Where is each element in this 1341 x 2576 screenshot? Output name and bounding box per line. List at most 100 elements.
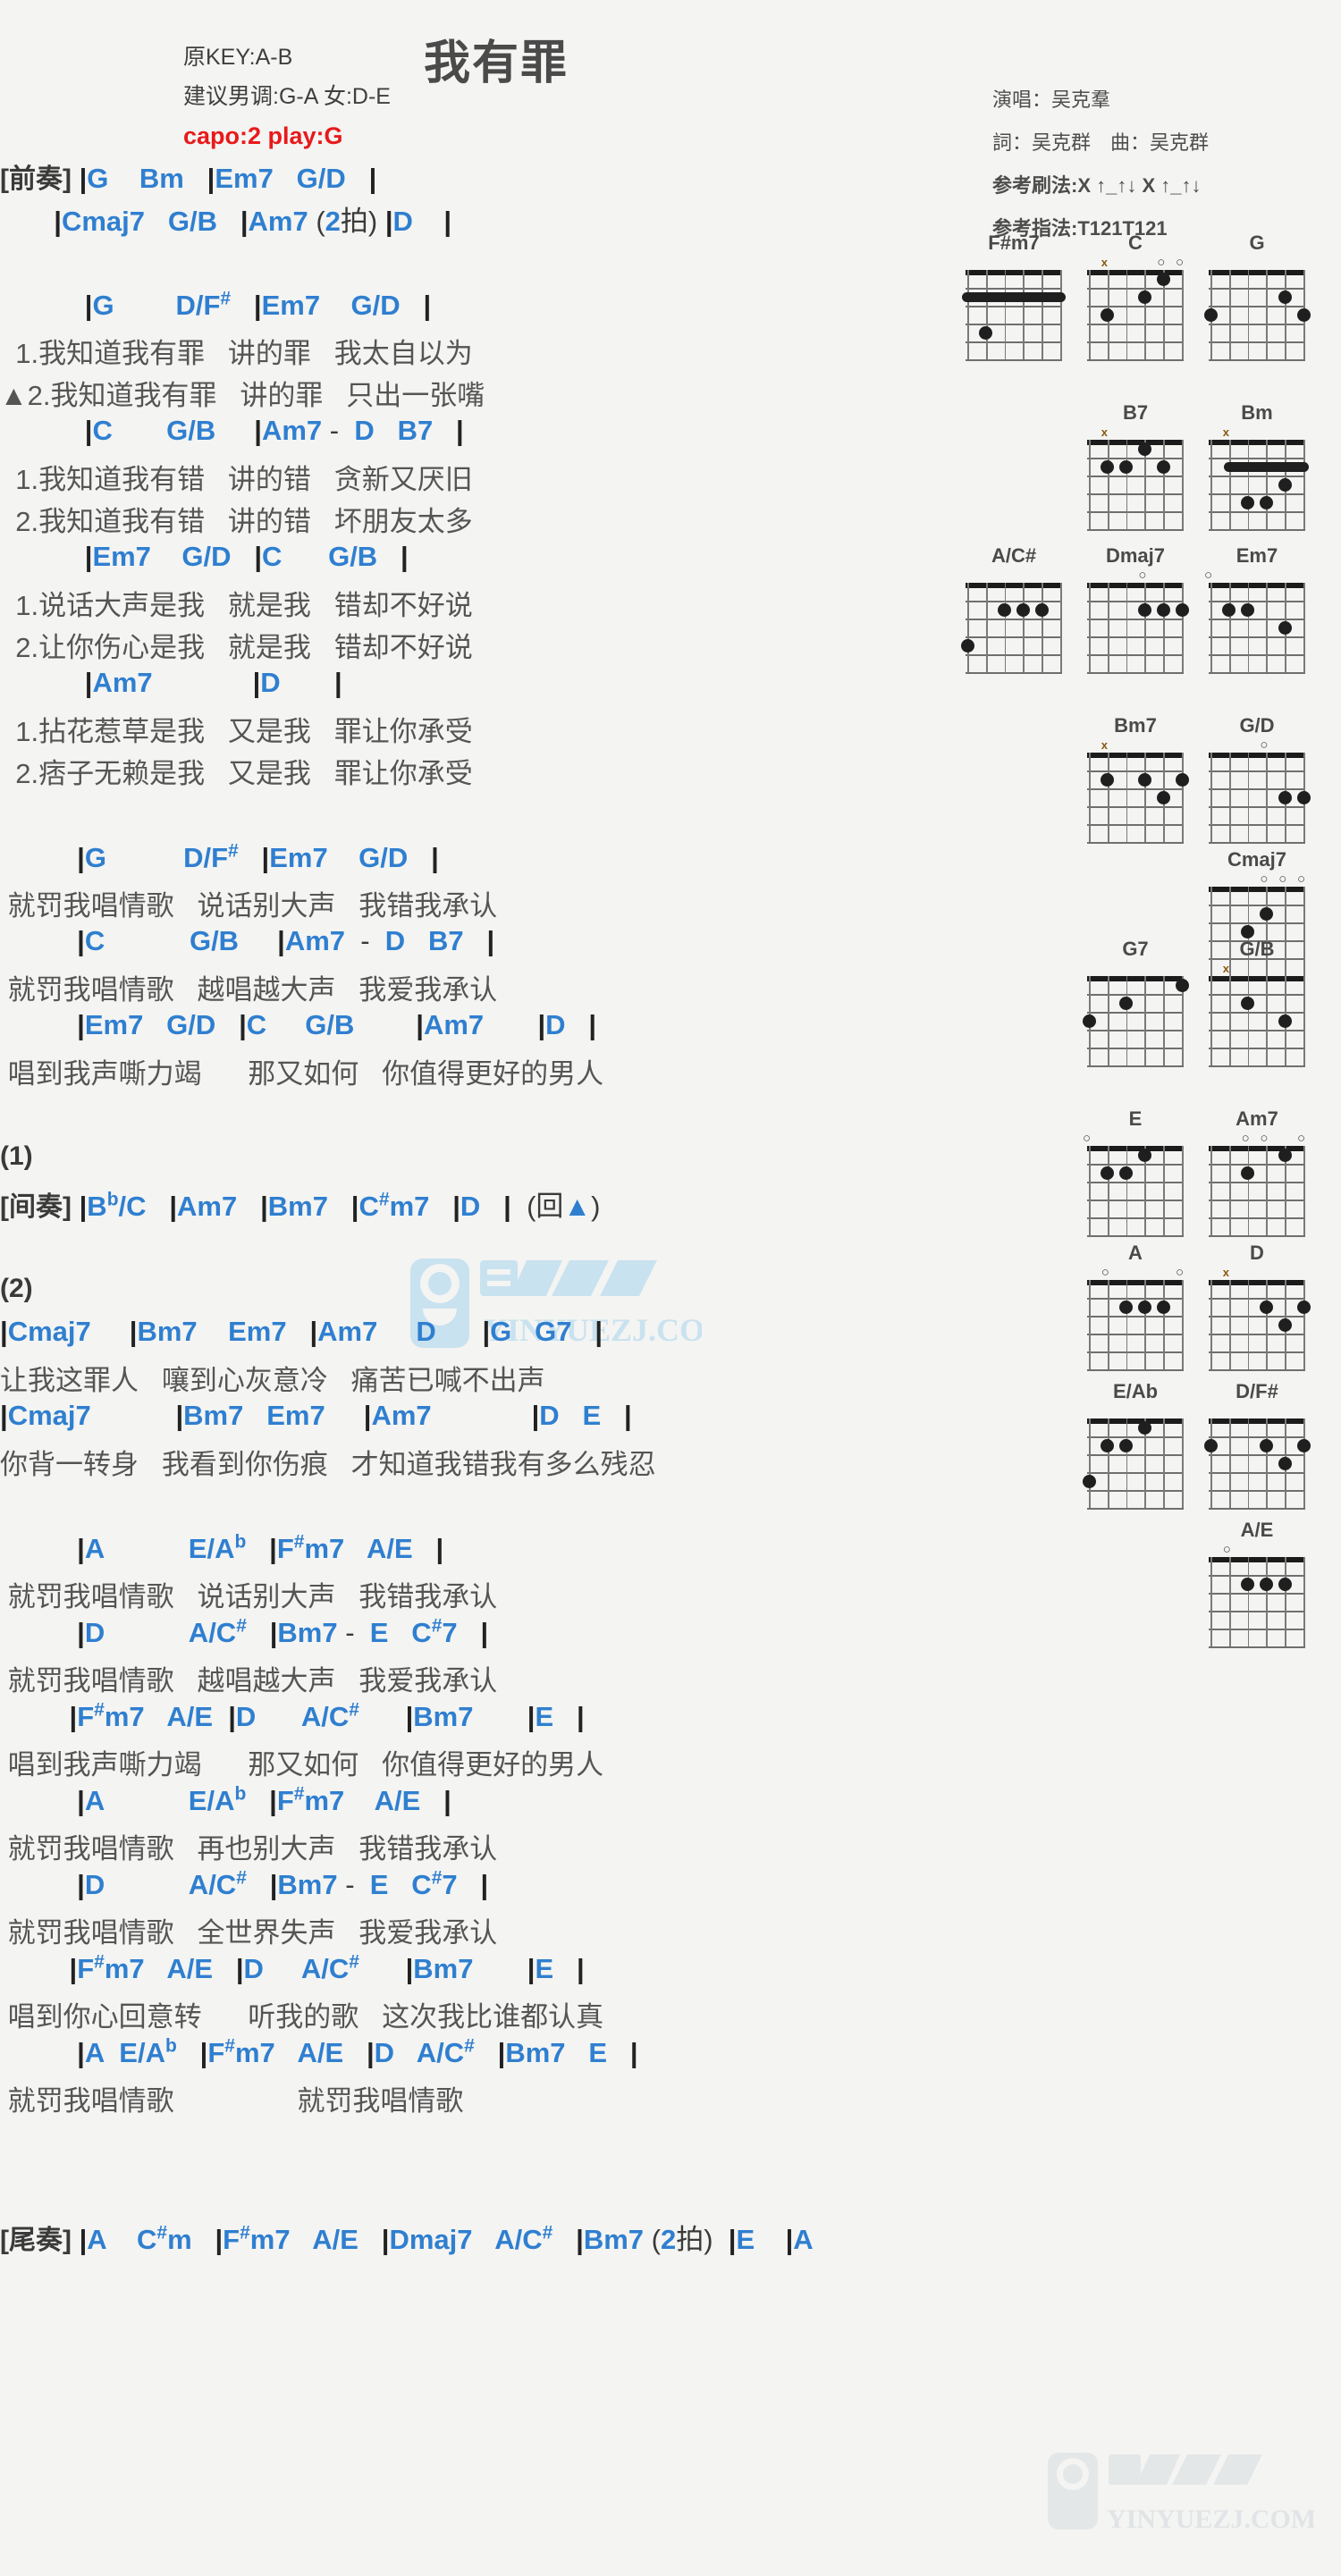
lyric-line: 唱到你心回意转 听我的歌 这次我比谁都认真 [0, 2001, 604, 2033]
chord-symbols: |A C#m |F#m7 A/E |Dmaj7 A/C# |Bm7 (2拍) |… [79, 2222, 814, 2255]
fret-line [1209, 1436, 1305, 1438]
nut [1209, 583, 1305, 588]
string-line [1126, 1418, 1128, 1508]
chord-diagram: E/Ab [1082, 1379, 1188, 1510]
chord-symbols: |Em7 G/D |C G/B |Am7 |D | [77, 1009, 597, 1040]
string-line [1266, 583, 1269, 672]
open-string-icon: ○ [1204, 568, 1213, 583]
chord-line: |F#m7 A/E |D A/C# |Bm7 |E | [0, 1952, 957, 1994]
string-line [1089, 1418, 1091, 1508]
lyric-line: 1.我知道我有罪 讲的罪 我太自以为 [0, 338, 473, 369]
fret-line [1209, 1369, 1305, 1371]
chord-diagram: A/C# [960, 543, 1067, 674]
string-line [1107, 1146, 1109, 1235]
string-line [1163, 1280, 1165, 1369]
string-line [1126, 440, 1128, 529]
string-line [1228, 1280, 1231, 1369]
chord-diagram-name: G/D [1239, 714, 1275, 737]
chord-diagram-name: Dmaj7 [1105, 544, 1166, 567]
fret-line [966, 672, 1062, 674]
fret-line [1209, 1030, 1305, 1031]
fret-line [1209, 994, 1305, 996]
string-line [1126, 1280, 1128, 1369]
fret-line [1087, 288, 1184, 290]
fret-line [1209, 1182, 1305, 1183]
singer-credit: 演唱：吴克羣 [992, 88, 1111, 111]
fret-line [1209, 1164, 1305, 1166]
fretboard-grid [1209, 1146, 1305, 1237]
chord-diagram: F#m7 [961, 231, 1067, 361]
fret-line [966, 359, 1062, 361]
string-line [1266, 270, 1269, 359]
string-line [1228, 753, 1231, 842]
strumming-pattern: 参考刷法:X ↑_↑↓ X ↑_↑↓ [992, 174, 1202, 197]
string-line [1107, 583, 1109, 672]
string-line [1182, 440, 1184, 529]
string-line [1107, 440, 1109, 529]
fret-line [1087, 1217, 1184, 1219]
fret-line [1087, 1369, 1184, 1371]
string-line [985, 583, 988, 672]
fret-line [1209, 1298, 1305, 1300]
open-string-icon: ○ [1260, 871, 1269, 887]
fret-line [1209, 1593, 1305, 1595]
finger-dot [1101, 307, 1115, 322]
fret-line [1209, 1334, 1305, 1335]
lyric-line: 就罚我唱情歌 越唱越大声 我爱我承认 [0, 1665, 498, 1696]
chord-symbols: |Cmaj7 |Bm7 Em7 |Am7 D |G G7 | [0, 1316, 603, 1347]
string-line [1089, 753, 1091, 842]
mute-marker-icon: x [1222, 962, 1230, 975]
chord-diagram-name: A/E [1240, 1519, 1274, 1541]
chord-diagram: E ○ [1083, 1107, 1188, 1237]
nut [1087, 1280, 1184, 1285]
string-line [1144, 753, 1147, 842]
string-line [1042, 583, 1043, 672]
fret-line [966, 288, 1062, 290]
lyric-line: 唱到我声嘶力竭 那又如何 你值得更好的男人 [0, 1058, 604, 1090]
string-line [1089, 1146, 1091, 1235]
chord-symbols: |Cmaj7 G/B |Am7 (2拍) |D | [54, 206, 452, 237]
finger-dot [1175, 602, 1189, 617]
chord-line: |F#m7 A/E |D A/C# |Bm7 |E | [0, 1700, 957, 1742]
finger-dot [1175, 978, 1189, 992]
finger-dot [1119, 459, 1134, 474]
open-mute-markers: ○ ○ [1083, 1266, 1188, 1280]
chord-line: |Em7 G/D |C G/B | [0, 541, 957, 583]
string-line [1023, 270, 1025, 359]
nut [1087, 440, 1184, 445]
fret-line [1209, 672, 1305, 674]
finger-dot [1241, 495, 1255, 509]
fret-line [1209, 511, 1305, 513]
fret-line [1209, 1575, 1305, 1577]
open-string-icon: ○ [1176, 255, 1185, 270]
fretboard-grid [1082, 976, 1189, 1067]
fret-line [1087, 1472, 1184, 1474]
chord-diagram: G7 [1082, 937, 1189, 1067]
chord-line: |G D/F# |Em7 G/D | [0, 289, 957, 331]
chord-line: |D A/C# |Bm7 - E C#7 | [0, 1616, 957, 1658]
fret-line [1209, 1646, 1305, 1648]
fret-line [1209, 341, 1305, 343]
chord-line: [尾奏] |A C#m |F#m7 A/E |Dmaj7 A/C# |Bm7 (… [0, 2217, 957, 2259]
finger-dot [1278, 1148, 1292, 1162]
string-line [1107, 753, 1109, 842]
fret-line [1209, 1611, 1305, 1612]
nut [1209, 887, 1305, 892]
song-title: 我有罪 [423, 38, 569, 89]
fret-line [1087, 806, 1184, 808]
lyric-line: 2.让你伤心是我 就是我 错却不好说 [0, 632, 473, 663]
fretboard-grid [1209, 1280, 1311, 1371]
fret-line [1087, 619, 1184, 620]
finger-dot [1156, 790, 1170, 804]
string-line [1228, 440, 1231, 529]
fret-line [1087, 994, 1184, 996]
fret-line [1087, 1490, 1184, 1492]
finger-dot [1241, 1577, 1255, 1591]
open-mute-markers: ○ [1204, 568, 1310, 583]
string-line [1247, 1146, 1250, 1235]
finger-dot [1101, 1166, 1115, 1180]
finger-dot [1082, 1014, 1096, 1028]
mute-marker-icon: x [1101, 256, 1109, 269]
string-line [1210, 1280, 1212, 1369]
chord-symbols: |C G/B |Am7 - D B7 | [84, 415, 464, 446]
